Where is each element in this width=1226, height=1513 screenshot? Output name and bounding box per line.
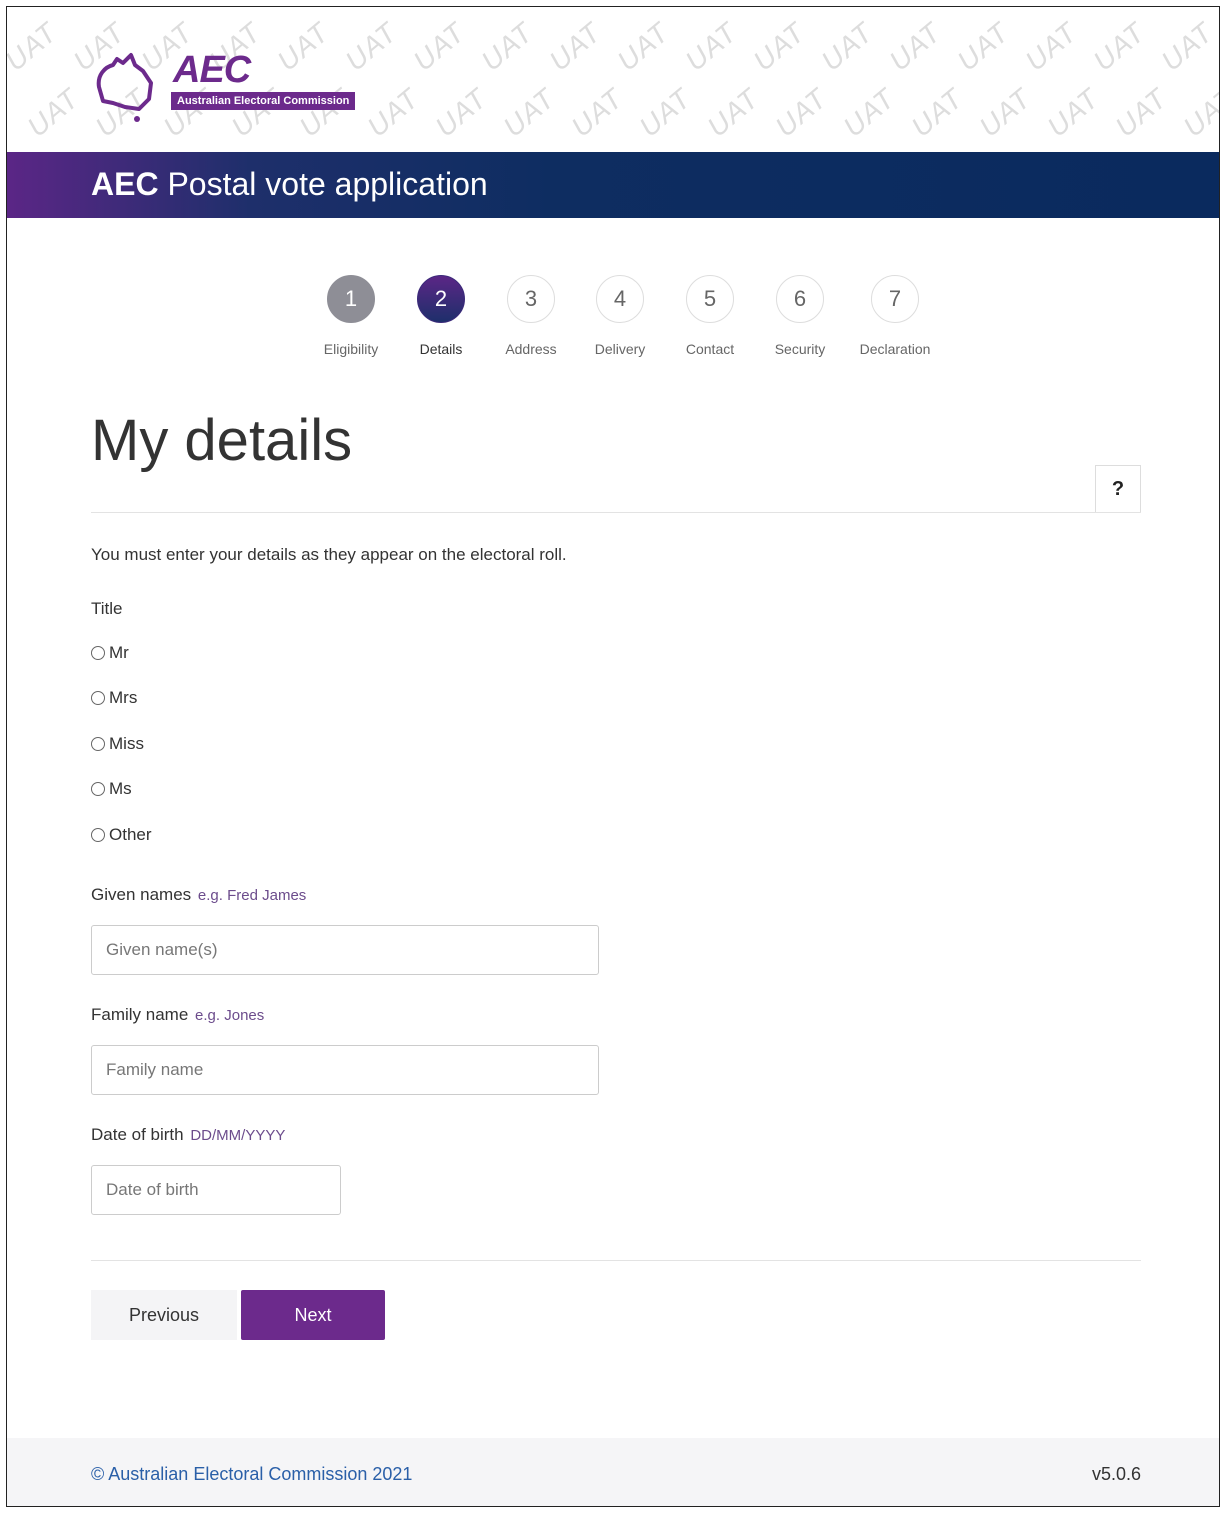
step-eligibility[interactable]: 1 Eligibility (301, 275, 401, 357)
next-button[interactable]: Next (241, 1290, 385, 1340)
family-name-hint: e.g. Jones (195, 1007, 265, 1024)
watermark-text: UAT (1087, 16, 1151, 77)
watermark-text: UAT (611, 16, 675, 77)
watermark-text: UAT (883, 16, 947, 77)
step-number: 1 (327, 275, 375, 323)
aec-logo[interactable]: AEC Australian Electoral Commission (87, 47, 387, 127)
previous-button[interactable]: Previous (91, 1290, 237, 1340)
watermark-text: UAT (633, 82, 697, 143)
radio-label: Ms (109, 779, 132, 798)
watermark-text: UAT (1155, 16, 1219, 77)
given-names-label: Given names e.g. Fred James (91, 885, 306, 905)
watermark-text: UAT (747, 16, 811, 77)
radio-circle[interactable] (91, 646, 105, 660)
radio-label: Other (109, 825, 152, 844)
step-label: Details (419, 341, 463, 357)
given-names-input[interactable]: Given name(s) (91, 925, 599, 975)
step-number: 2 (417, 275, 465, 323)
radio-label: Mr (109, 643, 129, 662)
watermark-text: UAT (543, 16, 607, 77)
watermark-text: UAT (1019, 16, 1083, 77)
given-names-label-text: Given names (91, 885, 192, 904)
progress-stepper: 1 Eligibility 2 Details 3 Address 4 Deli… (7, 275, 1219, 375)
radio-circle[interactable] (91, 737, 105, 751)
radio-circle[interactable] (91, 691, 105, 705)
watermark-text: UAT (973, 82, 1037, 143)
footer: © Australian Electoral Commission 2021 v… (7, 1438, 1219, 1506)
given-names-hint: e.g. Fred James (197, 887, 307, 904)
watermark-text: UAT (1041, 82, 1105, 143)
step-number: 4 (596, 275, 644, 323)
watermark-text: UAT (951, 16, 1015, 77)
step-security[interactable]: 6 Security (750, 275, 850, 357)
step-number: 6 (776, 275, 824, 323)
dob-label-text: Date of birth (91, 1125, 184, 1144)
watermark-text: UAT (815, 16, 879, 77)
form-content: My details ? You must enter your details… (91, 407, 1141, 1340)
page-frame: UAT UAT UAT UAT UAT UAT UAT UAT UAT UAT UAT UAT UAT U… (6, 6, 1220, 1507)
dob-input[interactable]: Date of birth (91, 1165, 341, 1215)
radio-mr[interactable]: Mr (91, 643, 129, 663)
family-name-label-text: Family name (91, 1005, 189, 1024)
step-contact[interactable]: 5 Contact (660, 275, 760, 357)
divider (91, 1260, 1141, 1261)
app-title: AEC Postal vote application (91, 166, 488, 203)
version-label: v5.0.6 (1091, 1464, 1141, 1484)
divider (91, 512, 1141, 513)
header-watermark-band: UAT UAT UAT UAT UAT UAT UAT UAT UAT UAT UAT UAT UAT U… (7, 7, 1220, 152)
step-label: Security (774, 341, 826, 357)
watermark-text: UAT (407, 16, 471, 77)
watermark-text: UAT (1177, 82, 1220, 143)
app-title-text: Postal vote application (167, 166, 488, 202)
watermark-text: UAT (429, 82, 493, 143)
watermark-text: UAT (21, 82, 85, 143)
radio-miss[interactable]: Miss (91, 734, 144, 754)
copyright-link[interactable]: © Australian Electoral Commission 2021 (91, 1464, 412, 1485)
step-label: Contact (685, 341, 735, 357)
family-name-label: Family name e.g. Jones (91, 1005, 264, 1025)
dob-hint: DD/MM/YYYY (190, 1127, 286, 1144)
radio-mrs[interactable]: Mrs (91, 688, 137, 708)
watermark-text: UAT (905, 82, 969, 143)
step-details[interactable]: 2 Details (391, 275, 491, 357)
radio-label: Mrs (109, 688, 138, 707)
app-title-bar: AEC Postal vote application (7, 152, 1219, 218)
step-label: Address (505, 341, 557, 357)
family-name-input[interactable]: Family name (91, 1045, 599, 1095)
step-label: Eligibility (323, 341, 379, 357)
page-title: My details (91, 408, 353, 473)
step-number: 3 (507, 275, 555, 323)
dob-label: Date of birth DD/MM/YYYY (91, 1125, 285, 1145)
step-number: 7 (871, 275, 919, 323)
watermark-text: UAT (497, 82, 561, 143)
watermark-text: UAT (769, 82, 833, 143)
help-button[interactable]: ? (1095, 465, 1141, 513)
step-delivery[interactable]: 4 Delivery (570, 275, 670, 357)
app-title-bold: AEC (91, 166, 159, 202)
logo-subtitle: Australian Electoral Commission (171, 92, 356, 110)
title-label: Title (91, 599, 123, 618)
watermark-text: UAT (679, 16, 743, 77)
step-label: Delivery (594, 341, 646, 357)
watermark-text: UAT (701, 82, 765, 143)
radio-ms[interactable]: Ms (91, 779, 132, 799)
watermark-text: UAT (475, 16, 539, 77)
watermark-text: UAT (565, 82, 629, 143)
step-declaration[interactable]: 7 Declaration (845, 275, 945, 357)
radio-other[interactable]: Other (91, 825, 152, 845)
step-number: 5 (686, 275, 734, 323)
step-label: Declaration (859, 341, 931, 357)
radio-label: Miss (109, 734, 144, 753)
step-address[interactable]: 3 Address (481, 275, 581, 357)
watermark-text: UAT (837, 82, 901, 143)
watermark-text: UAT (7, 16, 63, 77)
logo-text: AEC (173, 49, 251, 91)
australia-map-icon (96, 53, 153, 122)
intro-text: You must enter your details as they appe… (91, 545, 567, 564)
radio-circle[interactable] (91, 782, 105, 796)
watermark-text: UAT (1109, 82, 1173, 143)
radio-circle[interactable] (91, 828, 105, 842)
